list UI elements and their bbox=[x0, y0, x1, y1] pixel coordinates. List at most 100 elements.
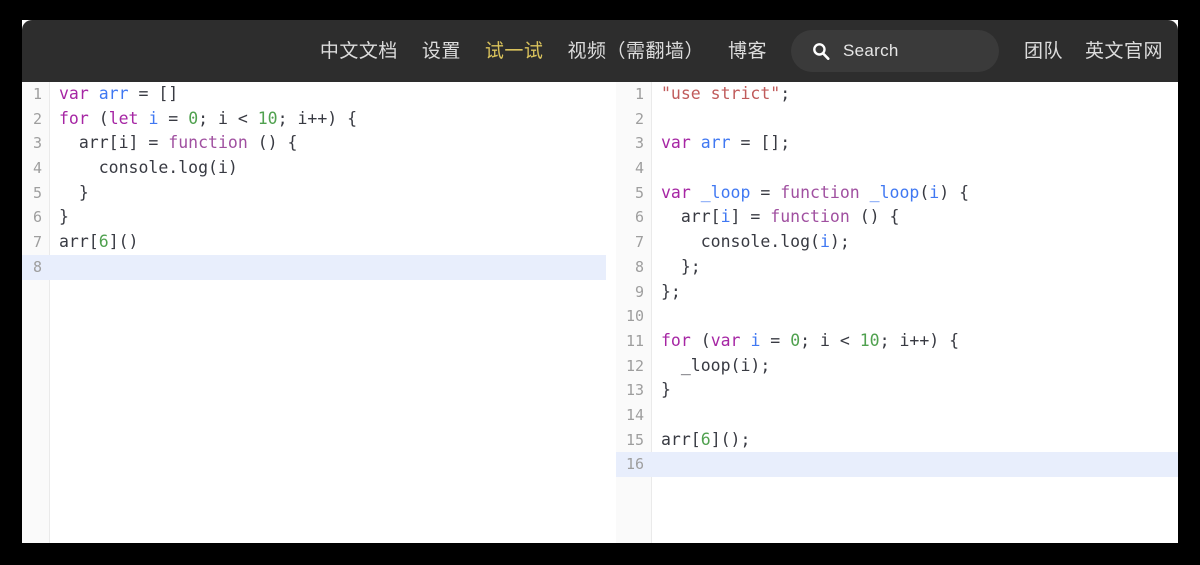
code-line[interactable]: 5 var _loop = function _loop(i) { bbox=[616, 181, 1178, 206]
line-number: 10 bbox=[625, 307, 644, 326]
code-text[interactable]: }; bbox=[651, 280, 681, 305]
line-number: 7 bbox=[634, 233, 644, 252]
code-line[interactable]: 7 console.log(i); bbox=[616, 230, 1178, 255]
nav-item-english-site[interactable]: 英文官网 bbox=[1085, 42, 1163, 61]
code-token: arr[ bbox=[661, 207, 721, 227]
code-text[interactable]: "use strict"; bbox=[651, 82, 790, 107]
code-line[interactable]: 5 } bbox=[22, 181, 606, 206]
screen-frame: 中文文档 设置 试一试 视频（需翻墙） 博客 Search 团队 英文官网 1 var ar… bbox=[0, 0, 1200, 565]
code-text[interactable] bbox=[651, 452, 671, 477]
code-line[interactable]: 10 bbox=[616, 304, 1178, 329]
code-token: i bbox=[720, 207, 731, 227]
code-text[interactable]: arr[i] = function () { bbox=[49, 131, 298, 156]
line-number: 13 bbox=[625, 381, 644, 400]
nav-main-items: 中文文档 设置 试一试 视频（需翻墙） 博客 bbox=[308, 42, 779, 61]
nav-item-team[interactable]: 团队 bbox=[1024, 42, 1063, 61]
code-line[interactable]: 2 bbox=[616, 107, 1178, 132]
nav-item-blog[interactable]: 博客 bbox=[728, 42, 767, 61]
code-line[interactable]: 4 console.log(i) bbox=[22, 156, 606, 181]
code-line[interactable]: 7 arr[6]() bbox=[22, 230, 606, 255]
search-placeholder-text: Search bbox=[842, 41, 899, 60]
code-line[interactable]: 12 _loop(i); bbox=[616, 354, 1178, 379]
nav-item-try-it-out[interactable]: 试一试 bbox=[485, 42, 544, 61]
code-token: () { bbox=[247, 133, 298, 153]
code-token: } bbox=[661, 380, 671, 400]
code-line[interactable]: 3 arr[i] = function () { bbox=[22, 131, 606, 156]
code-line[interactable]: 1 var arr = [] bbox=[22, 82, 606, 107]
code-text[interactable]: } bbox=[651, 378, 671, 403]
search-icon bbox=[811, 41, 831, 61]
code-line[interactable]: 16 bbox=[616, 452, 1178, 477]
code-token: i bbox=[750, 330, 761, 350]
code-token: for bbox=[59, 108, 89, 128]
code-line[interactable]: 8 }; bbox=[616, 255, 1178, 280]
code-line[interactable]: 8 bbox=[22, 254, 606, 280]
code-text[interactable]: var arr = []; bbox=[651, 131, 790, 156]
code-line[interactable]: 2 for (let i = 0; i < 10; i++) { bbox=[22, 107, 606, 132]
source-code-surface[interactable]: 1 var arr = [] 2 for (let i = 0; i < 10; i+… bbox=[22, 82, 606, 543]
code-token: = bbox=[750, 182, 781, 202]
code-text[interactable] bbox=[49, 255, 69, 280]
line-number: 4 bbox=[32, 159, 42, 178]
code-text[interactable]: } bbox=[49, 181, 89, 206]
output-code-surface[interactable]: 1 "use strict"; 2 3 var arr = []; 4 5 var _lo… bbox=[616, 82, 1178, 543]
code-token: arr bbox=[700, 133, 731, 153]
code-token: ; bbox=[780, 84, 791, 103]
code-text[interactable]: var arr = [] bbox=[49, 82, 178, 107]
code-token: } bbox=[59, 207, 69, 227]
line-number: 6 bbox=[32, 208, 42, 227]
code-text[interactable] bbox=[651, 403, 671, 428]
code-text[interactable]: }; bbox=[651, 255, 701, 280]
code-token: }; bbox=[661, 281, 681, 301]
code-text[interactable]: } bbox=[49, 205, 69, 230]
code-token: ) { bbox=[939, 182, 970, 202]
code-text[interactable]: arr[i] = function () { bbox=[651, 205, 900, 230]
nav-item-videos[interactable]: 视频（需翻墙） bbox=[567, 42, 704, 61]
output-editor-pane[interactable]: 1 "use strict"; 2 3 var arr = []; 4 5 var _lo… bbox=[616, 82, 1178, 543]
line-number: 1 bbox=[634, 85, 644, 103]
nav-item-chinese-docs[interactable]: 中文文档 bbox=[320, 42, 398, 61]
code-text[interactable]: for (let i = 0; i < 10; i++) { bbox=[49, 107, 357, 132]
code-token: 0 bbox=[188, 108, 199, 128]
code-line[interactable]: 11 for (var i = 0; i < 10; i++) { bbox=[616, 329, 1178, 354]
line-number: 2 bbox=[32, 109, 42, 128]
code-text[interactable]: for (var i = 0; i < 10; i++) { bbox=[651, 329, 959, 354]
code-line[interactable]: 14 bbox=[616, 403, 1178, 428]
code-token: ; i < bbox=[198, 108, 258, 128]
code-token: = bbox=[760, 330, 791, 350]
code-token: } bbox=[59, 182, 89, 202]
code-line[interactable]: 6} bbox=[22, 205, 606, 230]
editor-divider bbox=[606, 82, 616, 543]
code-text[interactable]: arr[6]() bbox=[49, 230, 139, 255]
code-text[interactable] bbox=[651, 304, 671, 329]
code-line[interactable]: 1 "use strict"; bbox=[616, 82, 1178, 107]
code-text[interactable] bbox=[651, 107, 671, 132]
code-token: () { bbox=[849, 207, 900, 227]
code-line[interactable]: 15 arr[6](); bbox=[616, 428, 1178, 453]
code-text[interactable] bbox=[651, 156, 671, 181]
line-number: 8 bbox=[32, 257, 42, 276]
code-text[interactable]: console.log(i); bbox=[651, 230, 850, 255]
code-line[interactable]: 9}; bbox=[616, 280, 1178, 305]
code-token: }; bbox=[661, 256, 701, 276]
code-text[interactable]: arr[6](); bbox=[651, 428, 750, 453]
line-number: 8 bbox=[634, 257, 644, 276]
nav-item-settings[interactable]: 设置 bbox=[422, 42, 461, 61]
code-token: ( bbox=[919, 182, 930, 202]
code-text[interactable]: _loop(i); bbox=[651, 354, 770, 379]
code-token: arr bbox=[98, 84, 129, 103]
code-token: ; i < bbox=[800, 330, 860, 350]
search-box[interactable]: Search bbox=[790, 30, 999, 72]
code-text[interactable]: console.log(i) bbox=[49, 156, 238, 181]
code-line[interactable]: 3 var arr = []; bbox=[616, 131, 1178, 156]
code-token: arr[i] = bbox=[59, 133, 169, 153]
code-line[interactable]: 6 arr[i] = function () { bbox=[616, 205, 1178, 230]
line-number: 5 bbox=[32, 183, 42, 202]
app-window: 中文文档 设置 试一试 视频（需翻墙） 博客 Search 团队 英文官网 1 var ar… bbox=[22, 20, 1178, 543]
source-editor-pane[interactable]: 1 var arr = [] 2 for (let i = 0; i < 10; i+… bbox=[22, 82, 606, 543]
code-line[interactable]: 4 bbox=[616, 156, 1178, 181]
code-token: _loop bbox=[700, 182, 751, 202]
code-line[interactable]: 13} bbox=[616, 378, 1178, 403]
code-text[interactable]: var _loop = function _loop(i) { bbox=[651, 181, 969, 206]
